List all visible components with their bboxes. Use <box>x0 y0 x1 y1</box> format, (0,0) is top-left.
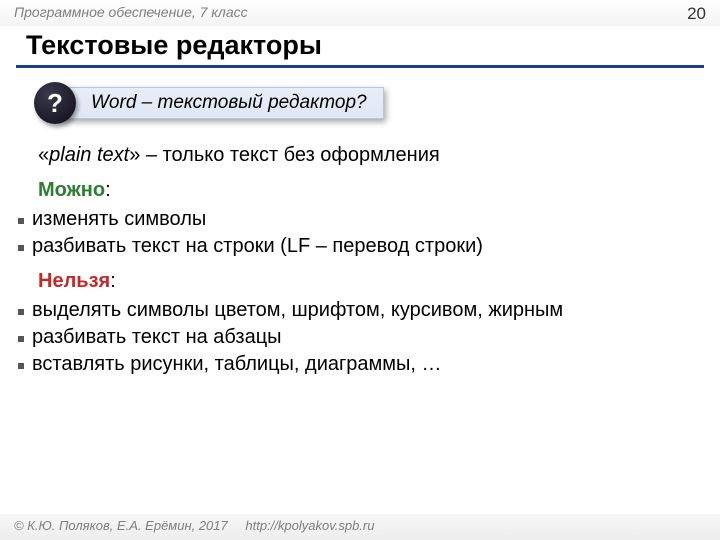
list-item: выделять символы цветом, шрифтом, курсив… <box>18 297 704 324</box>
cant-list: выделять символы цветом, шрифтом, курсив… <box>16 297 704 378</box>
slide-body: «plain text» – только текст без оформлен… <box>16 142 704 378</box>
footer-link[interactable]: http://kpolyakov.spb.ru <box>245 518 374 533</box>
plain-rest: » – только текст без оформления <box>129 144 440 166</box>
title-underline <box>16 65 704 68</box>
list-item: изменять символы <box>18 206 704 233</box>
list-item: разбивать текст на абзацы <box>18 324 704 351</box>
page-title: Текстовые редакторы <box>26 30 720 61</box>
can-label: Можно: <box>38 177 704 204</box>
can-list: изменять символы разбивать текст на стро… <box>16 206 704 260</box>
callout-text: Word – текстовый редактор? <box>56 87 384 119</box>
colon: : <box>110 270 116 292</box>
plain-text-definition: «plain text» – только текст без оформлен… <box>38 142 704 169</box>
list-item: разбивать текст на строки (LF – перевод … <box>18 233 704 260</box>
cant-label: Нельзя: <box>38 268 704 295</box>
slide-footer: © К.Ю. Поляков, Е.А. Ерёмин, 2017 http:/… <box>0 514 720 540</box>
cant-label-text: Нельзя <box>38 270 110 292</box>
question-callout: Word – текстовый редактор? ? <box>34 82 720 124</box>
colon: : <box>105 179 111 201</box>
course-label: Программное обеспечение, 7 класс <box>14 4 248 26</box>
list-item: вставлять рисунки, таблицы, диаграммы, … <box>18 351 704 378</box>
copyright: © К.Ю. Поляков, Е.А. Ерёмин, 2017 <box>14 518 228 533</box>
can-label-text: Можно <box>38 179 105 201</box>
quote-open: « <box>38 144 49 166</box>
plain-term: plain text <box>49 144 129 166</box>
slide-header: Программное обеспечение, 7 класс 20 <box>0 0 720 26</box>
page-number: 20 <box>687 4 706 26</box>
question-mark-icon: ? <box>34 82 76 124</box>
